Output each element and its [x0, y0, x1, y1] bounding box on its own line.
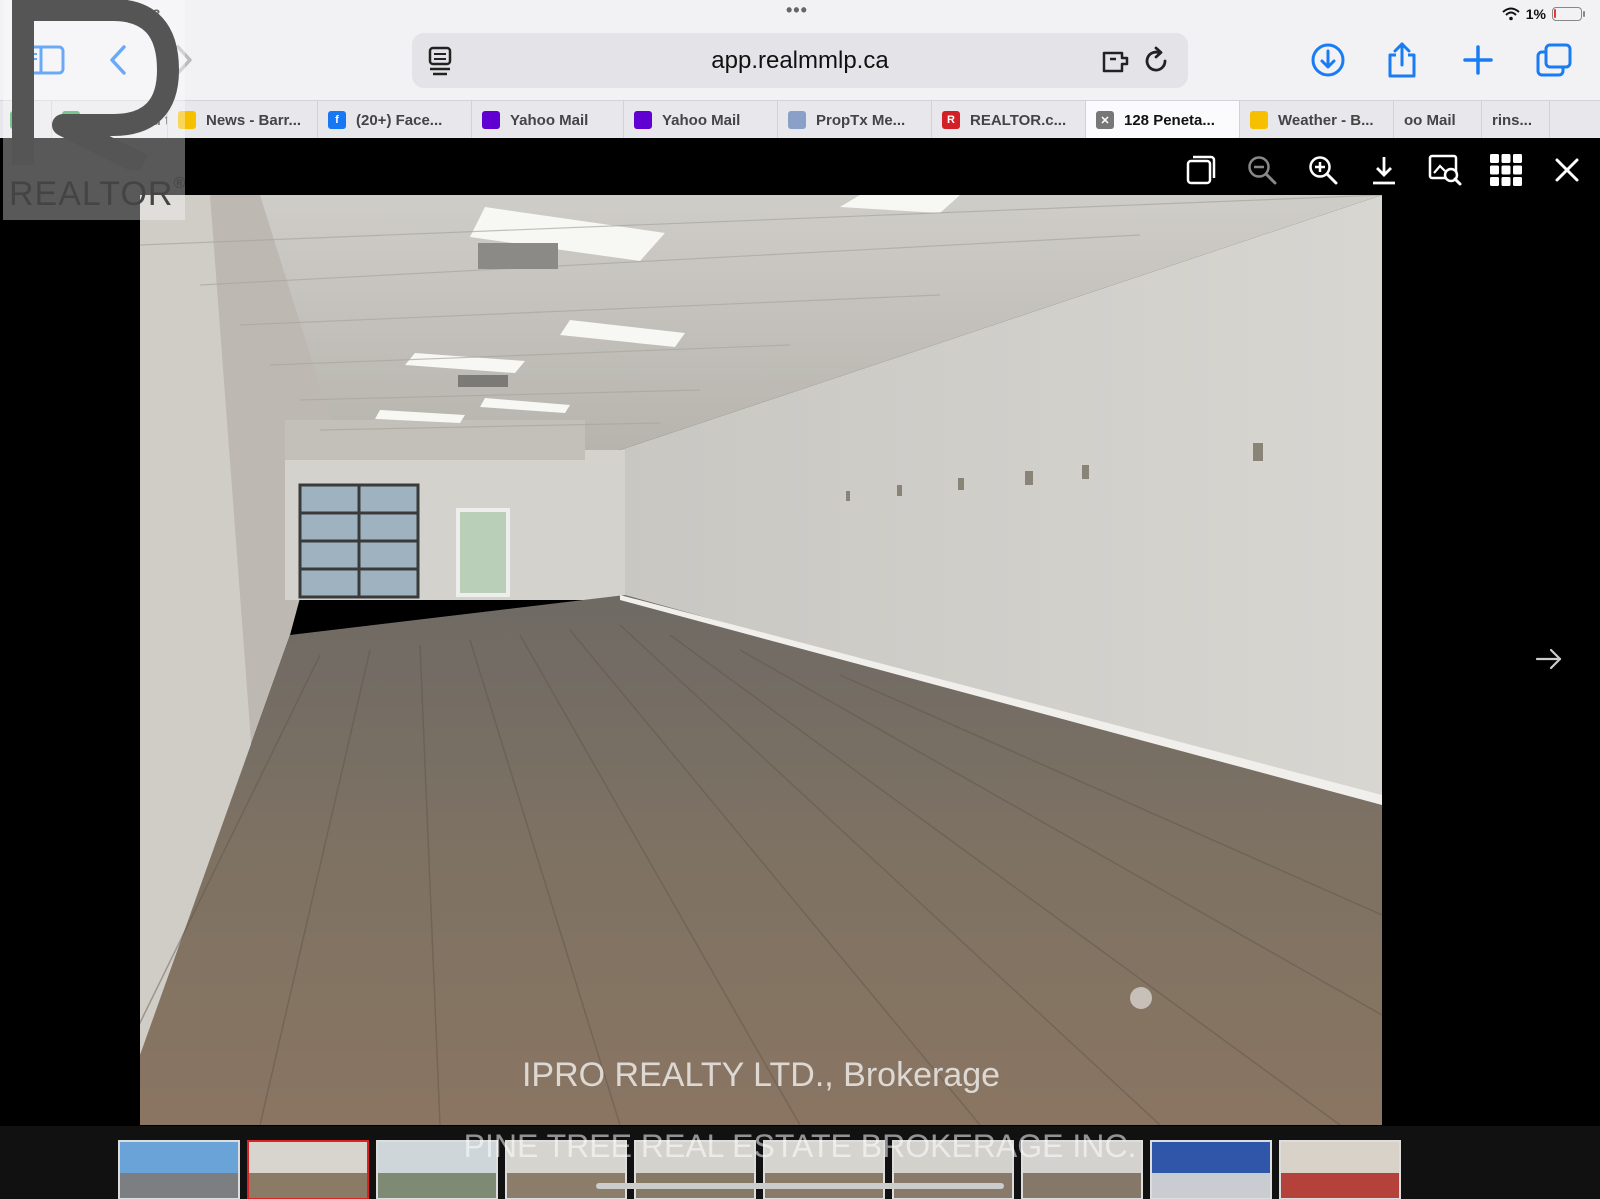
image-search-icon[interactable] [1427, 152, 1463, 188]
fullscreen-icon[interactable] [1183, 152, 1219, 188]
tab-label: oo Mail [1404, 111, 1456, 129]
reload-icon[interactable] [1140, 45, 1172, 77]
photo-viewer: IPRO REALTY LTD., Brokerage [0, 138, 1600, 1199]
facebook-icon: f [328, 111, 346, 129]
realtor-logo-mark: ® [173, 175, 187, 192]
tabs-overview-icon[interactable] [1534, 40, 1574, 80]
brokerage-watermark: IPRO REALTY LTD., Brokerage [521, 1056, 1001, 1094]
zoom-out-icon[interactable] [1244, 152, 1280, 188]
tab-facebook[interactable]: f (20+) Face... [318, 101, 472, 139]
realtor-logo-text: REALTOR [9, 175, 174, 213]
tab-weather[interactable]: Weather - B... [1240, 101, 1394, 139]
weather-icon [1250, 111, 1268, 129]
next-photo-arrow-icon[interactable] [1534, 644, 1564, 674]
tab-none[interactable]: rins... [1482, 101, 1550, 139]
realtor-icon: R [942, 111, 960, 129]
zoom-in-icon[interactable] [1305, 152, 1341, 188]
tab-proptx[interactable]: PropTx Me... [778, 101, 932, 139]
download-icon[interactable] [1308, 40, 1348, 80]
close-icon[interactable] [1549, 152, 1585, 188]
wifi-icon [1502, 7, 1520, 21]
status-right: 1% [1502, 6, 1585, 22]
tab-label: Yahoo Mail [510, 111, 589, 129]
realtor-logo: REALTOR® [3, 0, 185, 220]
tab-label: REALTOR.c... [970, 111, 1067, 129]
grid-icon[interactable] [1488, 152, 1524, 188]
tab-news[interactable]: News - Barr... [168, 101, 318, 139]
tab-yahoo[interactable]: Yahoo Mail [472, 101, 624, 139]
yahoo-icon [482, 111, 500, 129]
yahoo-icon [634, 111, 652, 129]
battery-percent: 1% [1525, 6, 1546, 22]
second-brokerage-watermark: PINE TREE REAL ESTATE BROKERAGE INC. [463, 1128, 1137, 1164]
tab-close[interactable]: ✕ 128 Peneta... [1086, 101, 1240, 139]
browser-chrome: 9:45 AM Wed Aug 13 ••• 1% app.realmmlp.c… [0, 0, 1600, 139]
screen: 9:45 AM Wed Aug 13 ••• 1% app.realmmlp.c… [0, 0, 1600, 1199]
tab-label: (20+) Face... [356, 111, 443, 129]
home-indicator[interactable] [596, 1183, 1004, 1189]
status-bar: 9:45 AM Wed Aug 13 ••• 1% [0, 0, 1600, 28]
battery-level [1554, 9, 1556, 18]
url-text[interactable]: app.realmmlp.ca [412, 47, 1188, 75]
image-download-icon[interactable] [1366, 152, 1402, 188]
realtor-r-icon [12, 0, 179, 170]
tab-label: 128 Peneta... [1124, 111, 1215, 129]
new-tab-icon[interactable] [1458, 40, 1498, 80]
listing-photo[interactable] [140, 195, 1382, 1125]
battery-icon [1552, 7, 1585, 21]
tab-yahoo[interactable]: Yahoo Mail [624, 101, 778, 139]
annotation-bubble [1130, 987, 1152, 1009]
tab-label: rins... [1492, 111, 1533, 129]
close-icon[interactable]: ✕ [1096, 111, 1114, 129]
address-bar[interactable]: app.realmmlp.ca [412, 33, 1188, 88]
tab-label: PropTx Me... [816, 111, 906, 129]
tab-none[interactable]: oo Mail [1394, 101, 1482, 139]
share-icon[interactable] [1382, 40, 1422, 80]
interior-room-image [140, 195, 1382, 1125]
proptx-icon [788, 111, 806, 129]
extension-icon[interactable] [1100, 45, 1132, 77]
tab-realtor[interactable]: R REALTOR.c... [932, 101, 1086, 139]
tab-bar: realm you t News - Barr... f (20+) Face... Y… [0, 100, 1600, 139]
tab-label: Weather - B... [1278, 111, 1374, 129]
tab-label: Yahoo Mail [662, 111, 741, 129]
tab-label: News - Barr... [206, 111, 302, 129]
multitask-dots-icon[interactable]: ••• [786, 0, 808, 21]
